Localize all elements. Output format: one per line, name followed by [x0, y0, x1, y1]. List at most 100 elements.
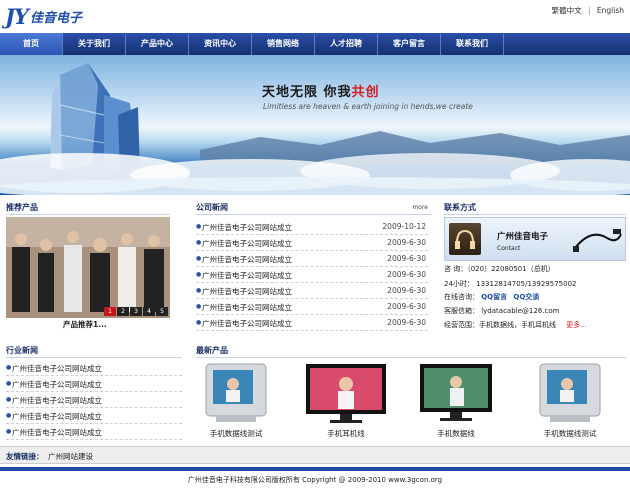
main-nav: 首页 关于我们 产品中心 资讯中心 销售网络 人才招聘 客户留言 联系我们 — [0, 33, 630, 55]
company-news-more-link[interactable]: more — [412, 204, 428, 211]
news-date: 2009-10-12 — [382, 222, 426, 231]
online-consult-label: 在线咨询： — [444, 293, 479, 301]
nav-news[interactable]: 资讯中心 — [189, 33, 252, 55]
product-name[interactable]: 手机数据线测试 — [186, 428, 286, 439]
logo-text: 佳音电子 — [29, 10, 82, 26]
nav-products[interactable]: 产品中心 — [126, 33, 189, 55]
product-name[interactable]: 手机数据线测试 — [520, 428, 620, 439]
friend-links-label: 友情链接： — [6, 452, 44, 461]
bullet-icon: ● — [196, 303, 202, 310]
bullet-icon: ● — [196, 255, 202, 262]
industry-news-row[interactable]: ● 广州佳音电子公司网站成立 — [6, 360, 182, 376]
news-row[interactable]: ● 广州佳音电子公司网站成立 2009-6-30 — [196, 235, 428, 251]
nav-jobs[interactable]: 人才招聘 — [315, 33, 378, 55]
business-scope: 经营范围：手机数据线，手机耳机线 — [444, 321, 556, 329]
contact-header: 联系方式 — [444, 199, 626, 215]
banner-title-accent: 共创 — [351, 85, 380, 100]
industry-news-title: 行业新闻 — [6, 346, 38, 355]
contact-scope: 经营范围：手机数据线，手机耳机线 更多... — [444, 320, 587, 330]
product-card[interactable]: 手机数据线 — [406, 362, 506, 440]
industry-news-item[interactable]: 广州佳音电子公司网站成立 — [12, 363, 102, 374]
bullet-icon: ● — [6, 412, 12, 419]
product-name[interactable]: 手机耳机线 — [296, 428, 396, 439]
bullet-icon: ● — [196, 287, 202, 294]
lang-english[interactable]: English — [597, 6, 624, 15]
site-header: JY 佳音电子 繁體中文 | English — [0, 0, 630, 33]
recommended-caption[interactable]: 产品推荐1... — [63, 319, 107, 330]
banner-subtitle: Limitless are heaven & earth joining in … — [263, 102, 473, 111]
product-name[interactable]: 手机数据线 — [406, 428, 506, 439]
new-products-header: 最新产品 — [196, 342, 626, 358]
slide-page-3[interactable]: 3 — [130, 307, 142, 316]
contact-card: 广州佳音电子 Contact — [444, 217, 626, 261]
nav-about[interactable]: 关于我们 — [63, 33, 126, 55]
news-date: 2009-6-30 — [387, 286, 426, 295]
contact-company-name: 广州佳音电子 — [497, 232, 549, 242]
nav-messages[interactable]: 客户留言 — [378, 33, 441, 55]
lang-traditional-chinese[interactable]: 繁體中文 — [552, 6, 582, 15]
bullet-icon: ● — [6, 364, 12, 371]
news-title[interactable]: 广州佳音电子公司网站成立 — [202, 270, 292, 281]
bullet-icon: ● — [196, 223, 202, 230]
site-logo[interactable]: JY 佳音电子 — [5, 3, 82, 29]
new-products-title: 最新产品 — [196, 346, 228, 355]
nav-sales[interactable]: 销售网络 — [252, 33, 315, 55]
recommended-header: 推荐产品 — [6, 199, 170, 215]
industry-news-row[interactable]: ● 广州佳音电子公司网站成立 — [6, 376, 182, 392]
slide-page-1[interactable]: 1 — [104, 307, 116, 316]
news-row[interactable]: ● 广州佳音电子公司网站成立 2009-6-30 — [196, 315, 428, 331]
contact-phone: 咨 询：（020）22080501（总机） — [444, 265, 555, 273]
news-title[interactable]: 广州佳音电子公司网站成立 — [202, 286, 292, 297]
industry-news-item[interactable]: 广州佳音电子公司网站成立 — [12, 379, 102, 390]
bullet-icon: ● — [196, 239, 202, 246]
contact-online: 在线咨询： QQ留言 QQ交谈 — [444, 292, 539, 302]
crt-monitor-image[interactable] — [186, 362, 286, 426]
recommended-slideshow[interactable]: 1 2 3 4 5 — [6, 217, 170, 318]
industry-news-row[interactable]: ● 广州佳音电子公司网站成立 — [6, 408, 182, 424]
news-title[interactable]: 广州佳音电子公司网站成立 — [202, 254, 292, 265]
crt-monitor-image[interactable] — [520, 362, 620, 426]
news-date: 2009-6-30 — [387, 254, 426, 263]
slide-page-4[interactable]: 4 — [143, 307, 155, 316]
headset-icon — [449, 223, 481, 255]
news-row[interactable]: ● 广州佳音电子公司网站成立 2009-10-12 — [196, 219, 428, 235]
news-title[interactable]: 广州佳音电子公司网站成立 — [202, 302, 292, 313]
friend-links-bar: 友情链接： 广州网站建设 — [0, 446, 630, 464]
industry-news-item[interactable]: 广州佳音电子公司网站成立 — [12, 411, 102, 422]
news-title[interactable]: 广州佳音电子公司网站成立 — [202, 222, 292, 233]
hero-banner: 天地无限 你我共创 Limitless are heaven & earth j… — [0, 55, 630, 195]
banner-title: 天地无限 你我共创 — [262, 81, 380, 100]
scope-more-link[interactable]: 更多... — [566, 321, 587, 329]
news-title[interactable]: 广州佳音电子公司网站成立 — [202, 238, 292, 249]
nav-home[interactable]: 首页 — [0, 33, 63, 55]
product-card[interactable]: 手机耳机线 — [296, 362, 396, 440]
contact-email: 客服信箱： lydatacable@126.com — [444, 307, 560, 315]
industry-news-row[interactable]: ● 广州佳音电子公司网站成立 — [6, 392, 182, 408]
industry-news-item[interactable]: 广州佳音电子公司网站成立 — [12, 427, 102, 438]
qq-chat-button[interactable]: QQ交谈 — [513, 292, 539, 302]
news-date: 2009-6-30 — [387, 238, 426, 247]
banner-title-main: 天地无限 你我 — [262, 85, 352, 100]
news-row[interactable]: ● 广州佳音电子公司网站成立 2009-6-30 — [196, 283, 428, 299]
news-row[interactable]: ● 广州佳音电子公司网站成立 2009-6-30 — [196, 267, 428, 283]
nav-contact[interactable]: 联系我们 — [441, 33, 504, 55]
industry-news-item[interactable]: 广州佳音电子公司网站成立 — [12, 395, 102, 406]
bullet-icon: ● — [6, 428, 12, 435]
news-row[interactable]: ● 广州佳音电子公司网站成立 2009-6-30 — [196, 299, 428, 315]
contact-english-label: Contact — [497, 245, 521, 252]
product-card[interactable]: 手机数据线测试 — [186, 362, 286, 440]
cable-icon — [573, 229, 622, 252]
friend-link[interactable]: 广州网站建设 — [48, 451, 93, 462]
flat-tv-image[interactable] — [406, 362, 506, 426]
qq-message-button[interactable]: QQ留言 — [481, 292, 507, 302]
footer-divider — [0, 467, 630, 471]
news-title[interactable]: 广州佳音电子公司网站成立 — [202, 318, 292, 329]
slide-page-2[interactable]: 2 — [117, 307, 129, 316]
news-row[interactable]: ● 广州佳音电子公司网站成立 2009-6-30 — [196, 251, 428, 267]
flat-tv-image[interactable] — [296, 362, 396, 426]
logo-mark: JY — [5, 3, 29, 29]
industry-news-row[interactable]: ● 广州佳音电子公司网站成立 — [6, 424, 182, 440]
product-card[interactable]: 手机数据线测试 — [520, 362, 620, 440]
slide-page-5[interactable]: 5 — [156, 307, 168, 316]
recommended-title: 推荐产品 — [6, 203, 38, 212]
